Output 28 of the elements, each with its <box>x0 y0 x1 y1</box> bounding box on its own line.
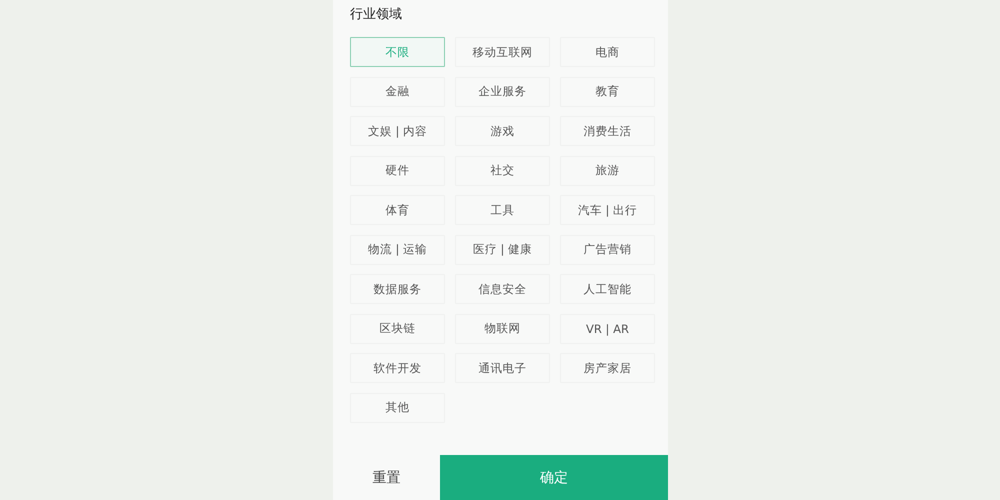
option-chip[interactable]: 汽车 | 出行 <box>560 195 655 225</box>
option-chip[interactable]: 金融 <box>350 76 445 106</box>
section-title: 行业领域 <box>350 6 403 24</box>
option-chip[interactable]: 物联网 <box>455 314 550 344</box>
option-chip[interactable]: 电商 <box>560 37 655 67</box>
option-chip[interactable]: 社交 <box>455 156 550 186</box>
option-chip[interactable]: 企业服务 <box>455 76 550 106</box>
option-chip[interactable]: 消费生活 <box>560 116 655 146</box>
option-chip[interactable]: 其他 <box>350 392 445 422</box>
option-chip[interactable]: 旅游 <box>560 156 655 186</box>
option-chip[interactable]: 文娱 | 内容 <box>350 116 445 146</box>
option-chip[interactable]: 人工智能 <box>560 274 655 304</box>
option-chip[interactable]: 工具 <box>455 195 550 225</box>
option-chip[interactable]: 体育 <box>350 195 445 225</box>
option-chip[interactable]: 物流 | 运输 <box>350 234 445 264</box>
option-chip[interactable]: 信息安全 <box>455 274 550 304</box>
option-chip[interactable]: 通讯电子 <box>455 353 550 383</box>
option-chip[interactable]: 区块链 <box>350 314 445 344</box>
option-chip[interactable]: 数据服务 <box>350 274 445 304</box>
option-chip[interactable]: 房产家居 <box>560 353 655 383</box>
option-chip[interactable]: 游戏 <box>455 116 550 146</box>
option-chip[interactable]: VR | AR <box>560 314 655 344</box>
option-chip[interactable]: 移动互联网 <box>455 37 550 67</box>
option-chip[interactable]: 硬件 <box>350 156 445 186</box>
option-chip[interactable]: 医疗 | 健康 <box>455 234 550 264</box>
option-chip[interactable]: 教育 <box>560 76 655 106</box>
option-chip[interactable]: 软件开发 <box>350 353 445 383</box>
option-chip[interactable]: 广告营销 <box>560 234 655 264</box>
